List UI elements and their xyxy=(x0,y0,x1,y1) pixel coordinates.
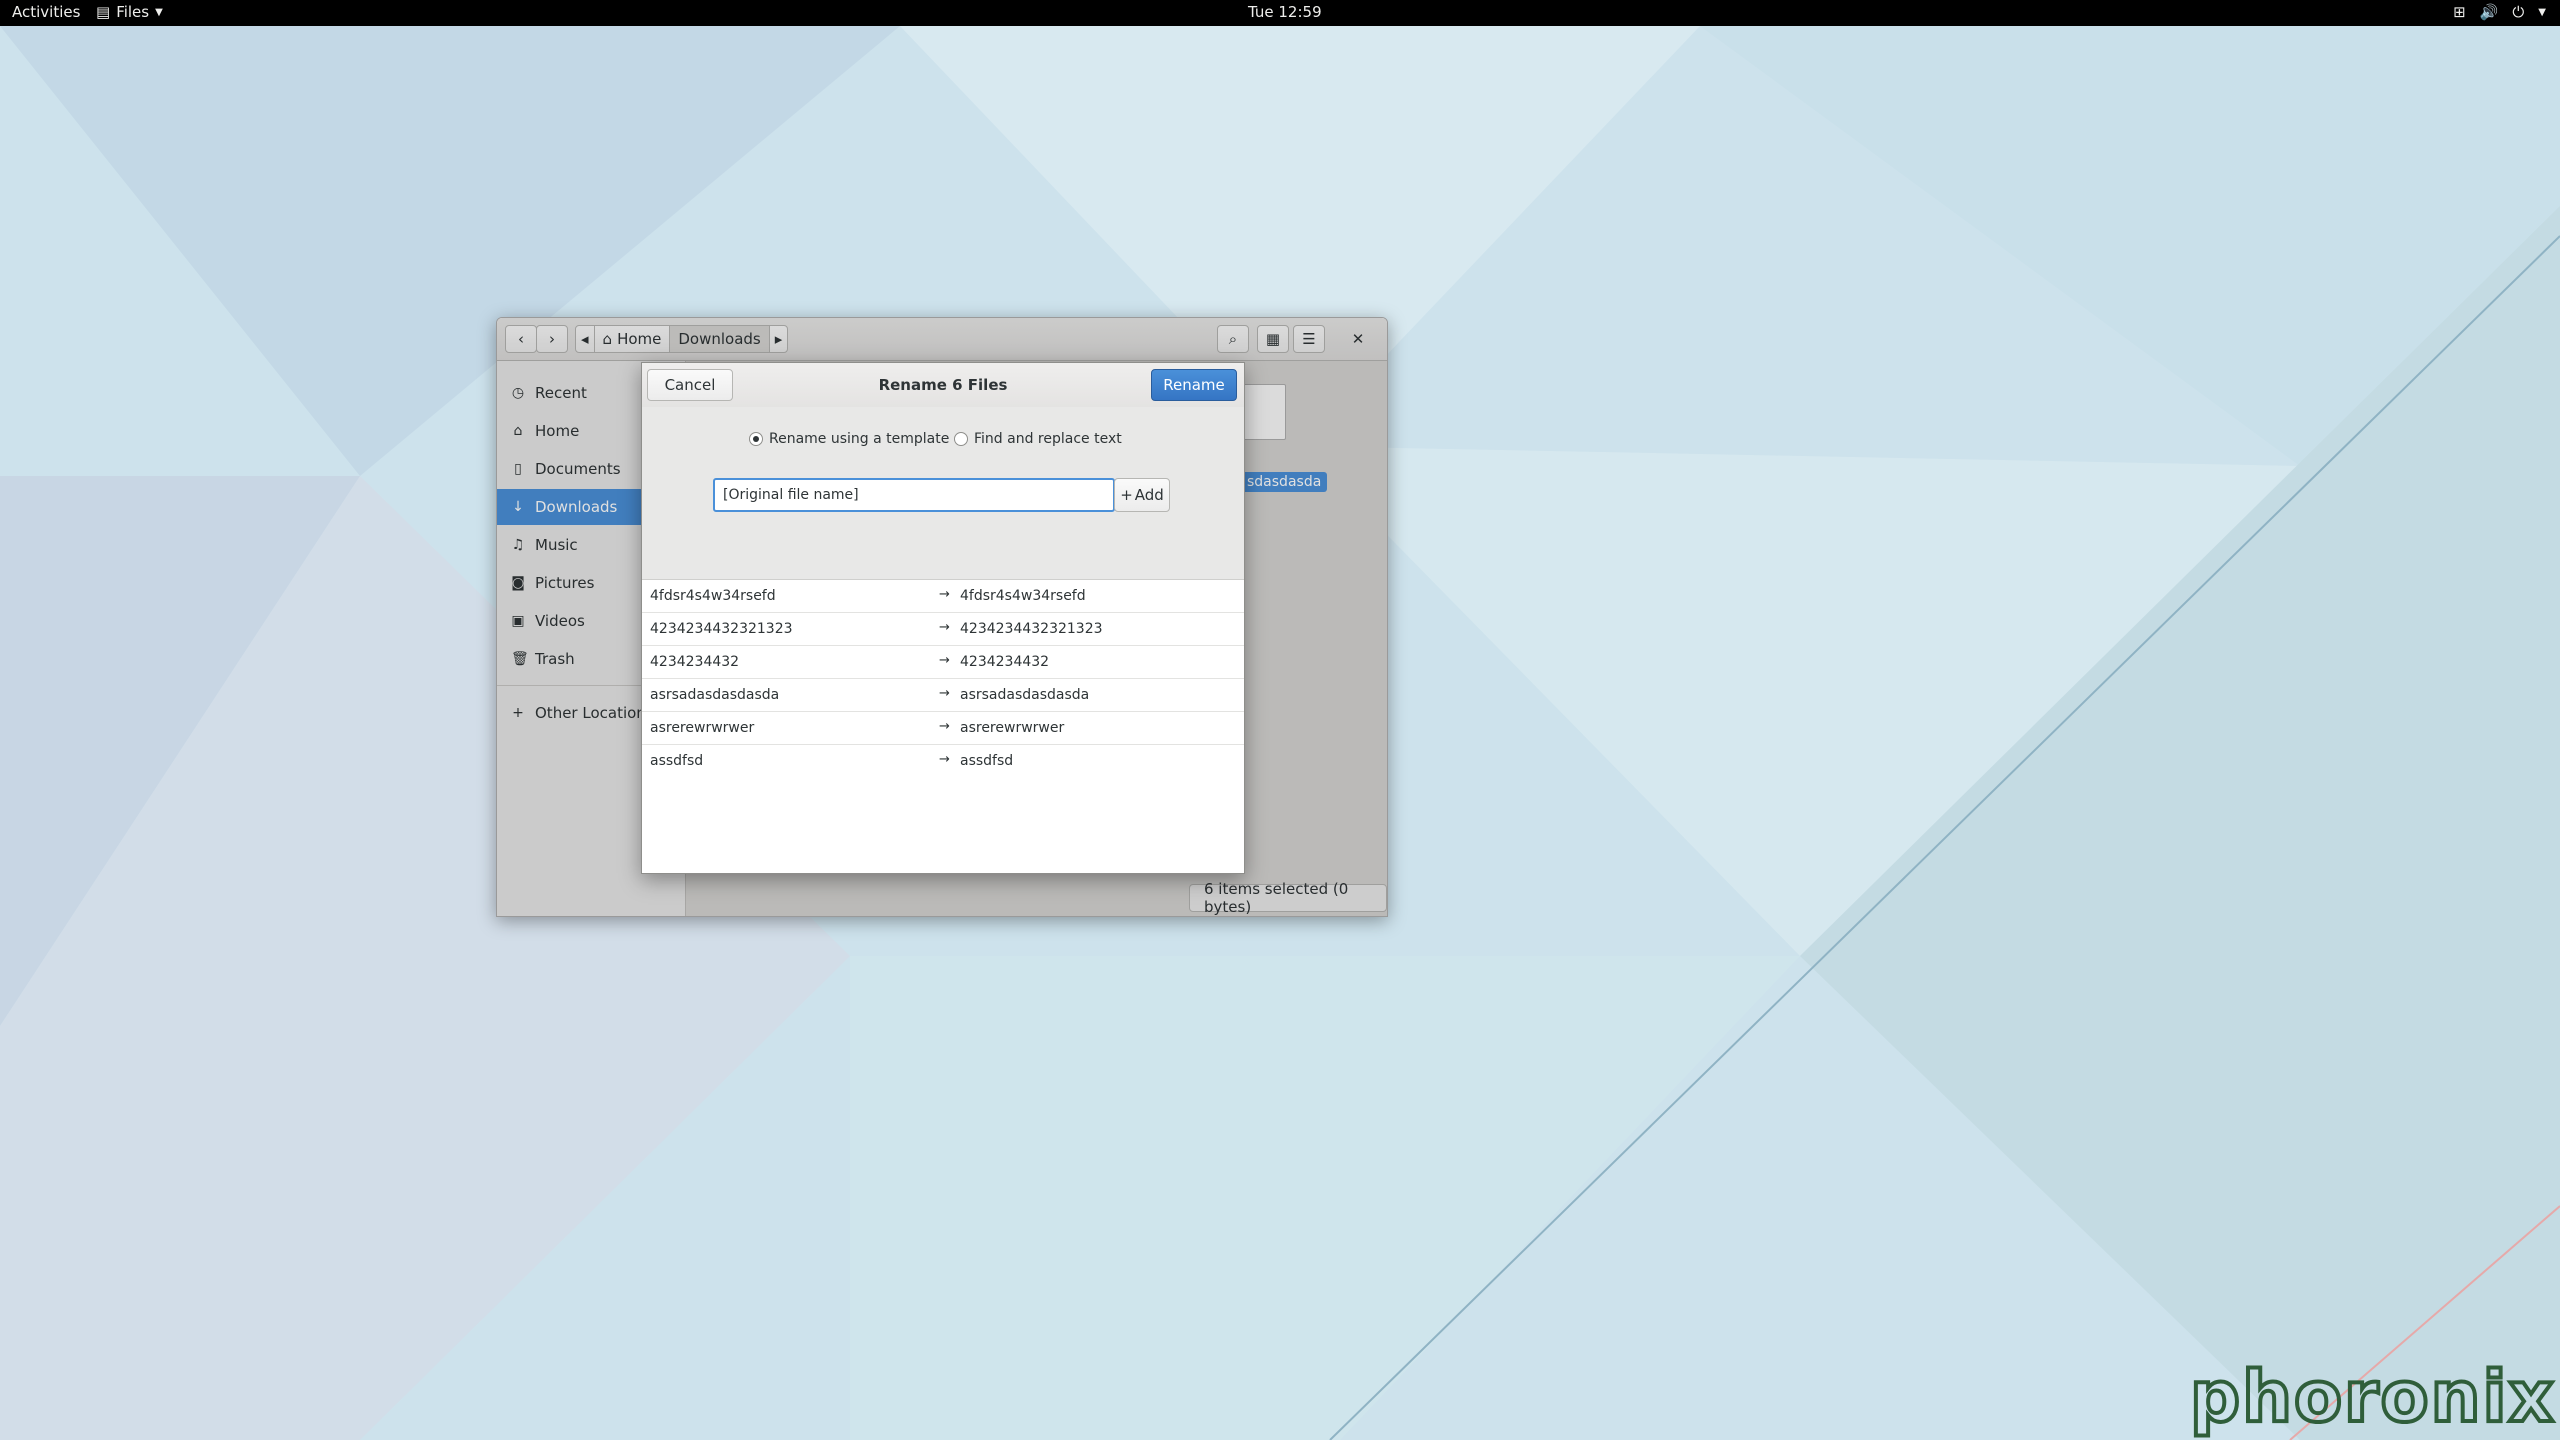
arrow-right-icon: → xyxy=(939,620,950,635)
files-app-icon: ▤ xyxy=(96,3,111,21)
clock[interactable]: Tue 12:59 xyxy=(1248,3,1322,21)
arrow-right-icon: → xyxy=(939,686,950,701)
new-name: asrerewrwrwer xyxy=(960,720,1065,736)
volume-icon: 🔊 xyxy=(2479,3,2499,21)
list-item: 4234234432321323 → 4234234432321323 xyxy=(642,613,1244,646)
top-bar: Activities ▤ Files ▼ Tue 12:59 ⊞ 🔊 ⏻ ▼ xyxy=(0,0,2560,26)
list-item: asrsadasdasdasda → asrsadasdasdasda xyxy=(642,679,1244,712)
arrow-right-icon: → xyxy=(939,653,950,668)
new-name: 4234234432 xyxy=(960,654,1050,670)
new-name: 4234234432321323 xyxy=(960,621,1103,637)
old-name: 4fdsr4s4w34rsefd xyxy=(650,588,776,604)
add-button-label: Add xyxy=(1134,486,1164,504)
radio-template-label: Rename using a template xyxy=(769,431,950,447)
arrow-right-icon: → xyxy=(939,752,950,767)
new-name: assdfsd xyxy=(960,753,1014,769)
add-button[interactable]: + Add xyxy=(1114,478,1170,512)
old-name: asrsadasdasdasda xyxy=(650,687,780,703)
activities-button[interactable]: Activities xyxy=(12,3,80,21)
chevron-down-icon: ▼ xyxy=(2538,6,2546,18)
old-name: 4234234432321323 xyxy=(650,621,793,637)
list-item: assdfsd → assdfsd xyxy=(642,745,1244,778)
old-name: assdfsd xyxy=(650,753,704,769)
radio-find-replace-label: Find and replace text xyxy=(974,431,1122,447)
radio-template[interactable]: Rename using a template xyxy=(749,431,949,447)
plus-icon: + xyxy=(1120,486,1133,504)
template-input[interactable]: [Original file name] xyxy=(713,478,1115,512)
network-icon: ⊞ xyxy=(2453,3,2466,21)
watermark-logo: phoronix xyxy=(2188,1354,2556,1440)
rename-dialog: Cancel Rename 6 Files Rename Rename usin… xyxy=(641,362,1245,874)
rename-button[interactable]: Rename xyxy=(1151,369,1237,401)
radio-selected-icon xyxy=(749,432,763,446)
arrow-right-icon: → xyxy=(939,587,950,602)
old-name: 4234234432 xyxy=(650,654,740,670)
rename-preview-list: 4fdsr4s4w34rsefd → 4fdsr4s4w34rsefd 423423… xyxy=(642,580,1244,778)
arrow-right-icon: → xyxy=(939,719,950,734)
app-menu-button[interactable]: ▤ Files ▼ xyxy=(96,3,163,21)
system-tray[interactable]: ⊞ 🔊 ⏻ ▼ xyxy=(2453,3,2546,21)
new-name: 4fdsr4s4w34rsefd xyxy=(960,588,1086,604)
radio-find-replace[interactable]: Find and replace text xyxy=(954,431,1122,447)
old-name: asrerewrwrwer xyxy=(650,720,755,736)
app-menu-label: Files xyxy=(116,3,150,21)
rename-options: Rename using a template Find and replace… xyxy=(642,407,1244,580)
dialog-header: Cancel Rename 6 Files Rename xyxy=(642,363,1244,408)
radio-unselected-icon xyxy=(954,432,968,446)
list-item: 4fdsr4s4w34rsefd → 4fdsr4s4w34rsefd xyxy=(642,580,1244,613)
list-item: asrerewrwrwer → asrerewrwrwer xyxy=(642,712,1244,745)
new-name: asrsadasdasdasda xyxy=(960,687,1090,703)
power-icon: ⏻ xyxy=(2512,3,2525,21)
list-item: 4234234432 → 4234234432 xyxy=(642,646,1244,679)
chevron-down-icon: ▼ xyxy=(155,6,163,18)
